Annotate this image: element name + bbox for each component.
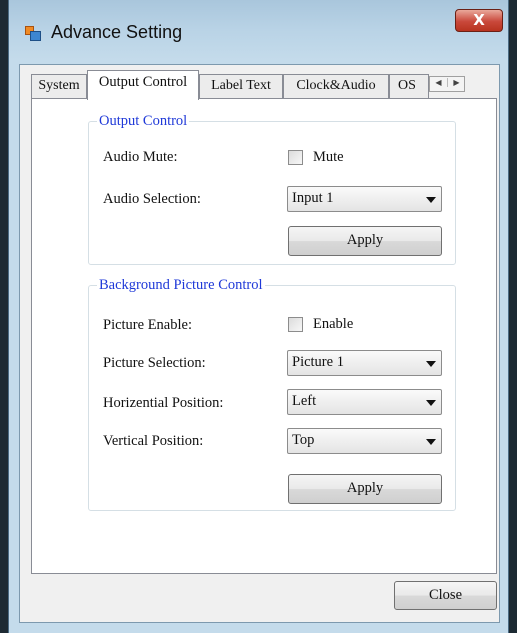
tab-osd[interactable]: OS (389, 74, 429, 98)
chevron-down-icon (426, 197, 436, 203)
picture-selection-value: Picture 1 (292, 354, 344, 370)
tab-clock-audio[interactable]: Clock&Audio (283, 74, 389, 98)
window-close-button[interactable]: X (455, 9, 503, 32)
background-picture-group: Background Picture Control Picture Enabl… (88, 276, 456, 511)
output-control-group-title: Output Control (97, 112, 190, 130)
horizontal-position-dropdown[interactable]: Left (287, 389, 442, 415)
horizontal-position-label: Horizential Position: (103, 395, 224, 411)
mute-checkbox[interactable] (288, 150, 303, 165)
audio-selection-dropdown[interactable]: Input 1 (287, 186, 442, 212)
tab-label-text[interactable]: Label Text (199, 74, 283, 98)
title-bar[interactable]: Advance Setting X (9, 0, 508, 62)
tab-system[interactable]: System (31, 74, 87, 98)
tab-output-control[interactable]: Output Control (87, 70, 199, 100)
audio-selection-label: Audio Selection: (103, 191, 201, 207)
picture-selection-label: Picture Selection: (103, 355, 206, 371)
chevron-down-icon (426, 439, 436, 445)
chevron-down-icon (426, 361, 436, 367)
output-apply-button[interactable]: Apply (288, 226, 442, 256)
mute-checkbox-label[interactable]: Mute (313, 148, 344, 166)
horizontal-position-value: Left (292, 393, 317, 409)
tab-scroll-buttons: ◀ ▶ (429, 76, 465, 92)
window-title: Advance Setting (51, 22, 183, 42)
chevron-down-icon (426, 400, 436, 406)
advance-setting-window: Advance Setting X System Output Control … (8, 0, 509, 633)
tab-panel-output-control: Output Control Audio Mute: Mute Audio Se… (31, 98, 497, 574)
vertical-position-label: Vertical Position: (103, 433, 204, 449)
output-control-group: Output Control Audio Mute: Mute Audio Se… (88, 112, 456, 265)
enable-checkbox[interactable] (288, 317, 303, 332)
scroll-left-icon[interactable]: ◀ (430, 78, 447, 87)
picture-enable-label: Picture Enable: (103, 317, 192, 333)
audio-selection-value: Input 1 (292, 190, 334, 206)
audio-mute-label: Audio Mute: (103, 149, 178, 165)
vertical-position-value: Top (292, 432, 315, 448)
close-button[interactable]: Close (394, 581, 497, 610)
vertical-position-dropdown[interactable]: Top (287, 428, 442, 454)
tab-strip: System Output Control Label Text Clock&A… (31, 70, 507, 100)
app-icon (25, 26, 41, 42)
background-picture-group-title: Background Picture Control (97, 276, 265, 294)
enable-checkbox-label[interactable]: Enable (313, 315, 353, 333)
picture-selection-dropdown[interactable]: Picture 1 (287, 350, 442, 376)
background-apply-button[interactable]: Apply (288, 474, 442, 504)
scroll-right-icon[interactable]: ▶ (447, 78, 465, 87)
